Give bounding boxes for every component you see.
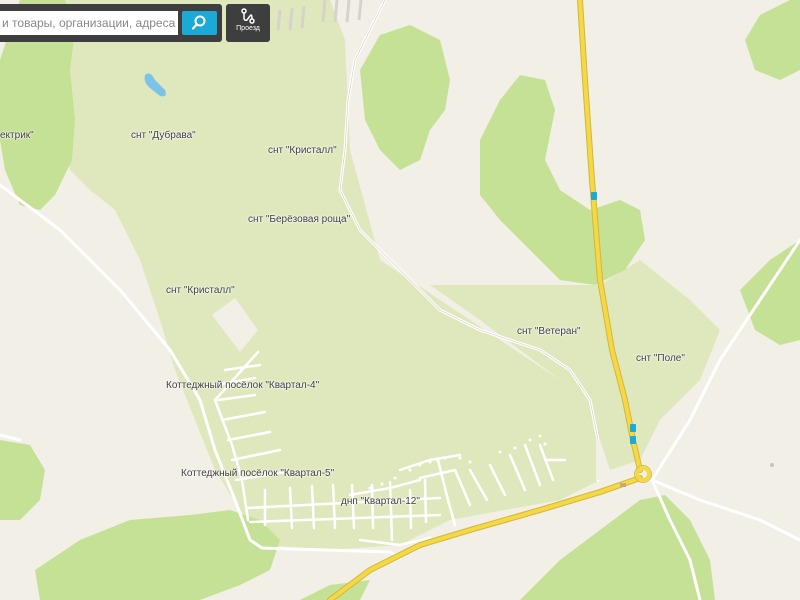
search-input[interactable] (0, 11, 178, 35)
route-icon (241, 8, 255, 24)
search-bar (0, 4, 222, 42)
point-marker-icon (770, 463, 774, 467)
map-label-elektrik: ектрик" (0, 130, 34, 141)
map-label-kristall-1: снт "Кристалл" (268, 145, 337, 156)
route-button[interactable]: Проезд (226, 4, 270, 42)
map-label-dubrava: снт "Дубрава" (131, 130, 196, 141)
map-label-kvartal-5: Коттеджный посёлок "Квартал-5" (181, 468, 335, 479)
route-button-label: Проезд (236, 25, 260, 32)
map-label-kvartal-4: Коттеджный посёлок "Квартал-4" (166, 380, 320, 391)
map-canvas[interactable] (0, 0, 800, 600)
magnifier-icon (192, 15, 206, 30)
map-label-kvartal-12: днп "Квартал-12" (341, 496, 420, 507)
bus-stop-icon[interactable] (630, 424, 636, 432)
bus-stop-icon[interactable] (591, 192, 597, 200)
search-button[interactable] (182, 11, 217, 35)
bus-stop-icon[interactable] (630, 436, 636, 444)
map-label-veteran: снт "Ветеран" (517, 326, 581, 337)
map-label-pole: снт "Поле" (636, 353, 685, 364)
road-marker-icon (620, 483, 626, 487)
map-label-berezovaya: снт "Берёзовая роща" (248, 214, 351, 225)
map-label-kristall-2: снт "Кристалл" (166, 285, 235, 296)
